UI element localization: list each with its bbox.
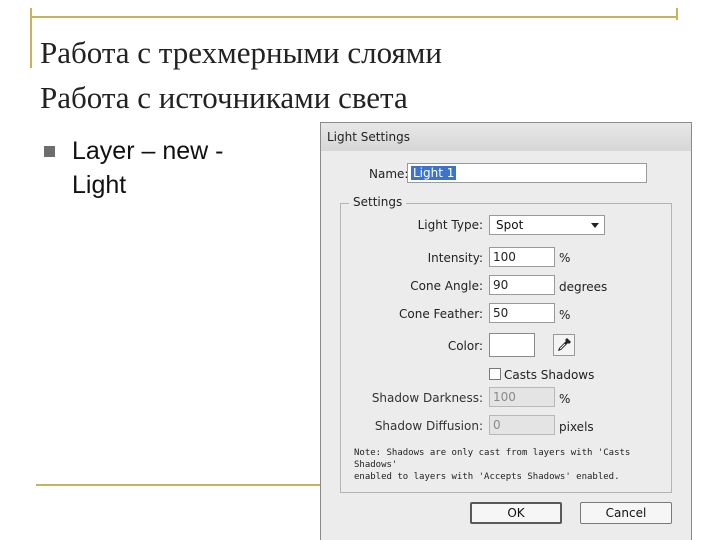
name-field[interactable]: Light 1 [407, 163, 647, 183]
slide-title: Работа с трехмерными слоями Работа с ист… [40, 30, 680, 120]
ok-button[interactable]: OK [470, 502, 562, 524]
color-swatch[interactable] [489, 333, 535, 357]
square-bullet-icon [44, 146, 55, 157]
intensity-label: Intensity: [427, 251, 483, 265]
name-field-value: Light 1 [411, 166, 457, 180]
cone-feather-label: Cone Feather: [399, 307, 483, 321]
shadow-note-line-1: Note: Shadows are only cast from layers … [354, 448, 631, 470]
shadow-diffusion-unit: pixels [559, 420, 594, 434]
cone-angle-field[interactable]: 90 [489, 275, 555, 295]
cone-angle-label: Cone Angle: [410, 279, 483, 293]
light-settings-dialog: Light Settings Name: Light 1 Settings Li… [320, 122, 692, 540]
light-type-select[interactable]: Spot [489, 215, 605, 235]
shadow-darkness-unit: % [559, 392, 571, 406]
light-type-label: Light Type: [417, 218, 483, 232]
bullet-text: Layer – new - Light [72, 134, 302, 202]
cone-feather-field[interactable]: 50 [489, 303, 555, 323]
casts-shadows-label[interactable]: Casts Shadows [504, 368, 594, 382]
name-label: Name: [369, 167, 409, 181]
bullet-text-line-1: Layer – new - [72, 137, 224, 165]
settings-group-title: Settings [349, 195, 407, 209]
shadow-diffusion-field[interactable]: 0 [489, 415, 555, 435]
casts-shadows-checkbox[interactable] [489, 368, 501, 380]
shadow-darkness-field[interactable]: 100 [489, 387, 555, 407]
slide-title-line-1: Работа с трехмерными слоями [40, 35, 442, 70]
cancel-button[interactable]: Cancel [580, 502, 672, 524]
chevron-down-icon [591, 223, 599, 228]
dialog-title: Light Settings [327, 130, 410, 144]
bullet-text-line-2: Light [72, 171, 127, 199]
decorative-bottom-line [36, 484, 322, 486]
shadow-darkness-label: Shadow Darkness: [371, 391, 483, 405]
color-label: Color: [447, 339, 483, 353]
intensity-field[interactable]: 100 [489, 247, 555, 267]
slide-title-line-2: Работа с источниками света [40, 80, 408, 115]
decorative-top-tick [676, 8, 678, 20]
intensity-unit: % [559, 251, 571, 265]
cone-angle-unit: degrees [559, 280, 608, 294]
cone-feather-unit: % [559, 308, 571, 322]
dialog-titlebar[interactable]: Light Settings [321, 123, 691, 151]
light-type-value: Spot [496, 218, 524, 232]
decorative-top-line [30, 16, 678, 18]
shadow-note: Note: Shadows are only cast from layers … [354, 447, 670, 483]
shadow-note-line-2: enabled to layers with 'Accepts Shadows'… [354, 472, 620, 482]
eyedropper-icon[interactable] [553, 334, 575, 356]
shadow-diffusion-label: Shadow Diffusion: [374, 419, 483, 433]
